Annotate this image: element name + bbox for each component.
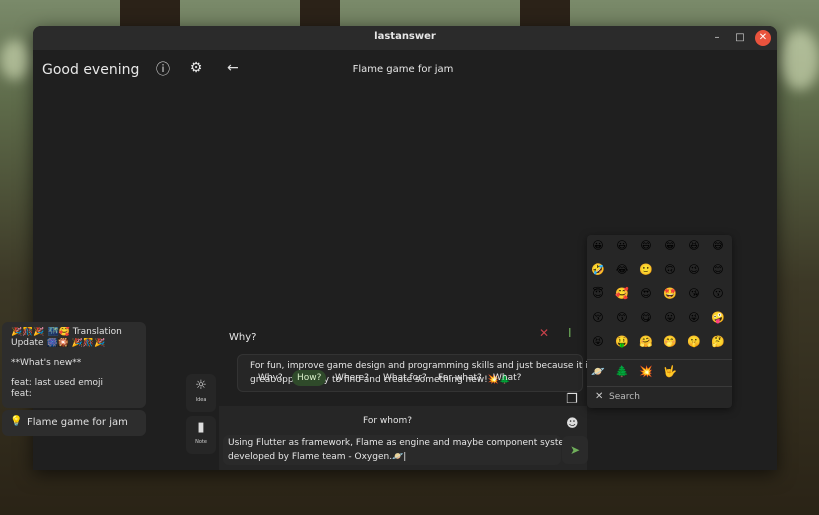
emoji-cell[interactable]: 🥰 — [613, 285, 631, 303]
note-line — [11, 349, 137, 358]
emoji-cell[interactable]: 🤭 — [661, 333, 679, 351]
note-line — [11, 369, 137, 378]
emoji-cell[interactable]: 😉 — [685, 261, 703, 279]
title-bar[interactable]: lastanswer – □ ✕ — [33, 26, 777, 50]
note-line: feat: — [11, 389, 32, 399]
emoji-cell[interactable]: 😊 — [709, 261, 727, 279]
emoji-cell[interactable]: 🤩 — [661, 285, 679, 303]
minimize-icon[interactable]: – — [709, 30, 725, 46]
note-button[interactable]: ▮ Note — [186, 416, 216, 454]
idea-button[interactable]: ☼ Idea — [186, 374, 216, 412]
emoji-cell[interactable]: 🙂 — [637, 261, 655, 279]
note-list-item[interactable]: 💡 Flame game for jam — [2, 410, 146, 436]
close-icon[interactable]: ✕ — [755, 30, 771, 46]
chip-what[interactable]: What? — [488, 370, 526, 386]
emoji-cell[interactable]: 😘 — [685, 285, 703, 303]
book-icon: ▮ — [197, 420, 205, 435]
lightbulb-icon: ☼ — [195, 378, 207, 393]
emoji-cell[interactable]: 😆 — [685, 237, 703, 255]
main-panel: ← Flame game for jam Why? ✕ I For fun, i… — [219, 50, 592, 470]
send-button[interactable]: ➤ — [562, 436, 588, 464]
emoji-cell[interactable]: 😃 — [613, 237, 631, 255]
note-line: feat: last used emoji — [11, 378, 104, 388]
chip-how[interactable]: How? — [292, 370, 327, 386]
emoji-cell[interactable]: 🙃 — [661, 261, 679, 279]
copy-icon[interactable]: ❐ — [566, 392, 578, 407]
note-line: Update 🎆🎇 🎉🎊🎉 — [11, 338, 106, 348]
recent-emoji[interactable]: 🌲 — [613, 363, 631, 381]
chip-for-whom[interactable]: For whom? — [363, 416, 412, 426]
divider — [587, 359, 732, 360]
emoji-cell[interactable]: 😝 — [589, 333, 607, 351]
emoji-cell[interactable]: 😍 — [637, 285, 655, 303]
emoji-cell[interactable]: 😁 — [661, 237, 679, 255]
emoji-search-input[interactable]: Search — [609, 392, 640, 402]
emoji-cell[interactable]: 🤪 — [709, 309, 727, 327]
greeting-title: Good evening — [42, 62, 140, 78]
send-icon: ➤ — [569, 443, 581, 457]
emoji-cell[interactable]: 😗 — [709, 285, 727, 303]
maximize-icon[interactable]: □ — [732, 30, 748, 46]
recent-emoji[interactable]: 🤟 — [661, 363, 679, 381]
emoji-cell[interactable]: 🤫 — [685, 333, 703, 351]
recent-emoji[interactable]: 💥 — [637, 363, 655, 381]
recent-emoji[interactable]: 🪐 — [589, 363, 607, 381]
emoji-cell[interactable]: 😙 — [613, 309, 631, 327]
answer-input[interactable]: Using Flutter as framework, Flame as eng… — [223, 435, 573, 465]
emoji-cell[interactable]: 😄 — [637, 237, 655, 255]
chip-what-for[interactable]: What for? — [378, 370, 432, 386]
input-line-1: Using Flutter as framework, Flame as eng… — [228, 438, 573, 448]
note-line: 🎉🎊🎉 🌃🥰 Translation — [11, 327, 122, 337]
page-title: Flame game for jam — [352, 64, 454, 75]
chip-for-what[interactable]: For what? — [433, 370, 487, 386]
emoji-cell[interactable]: 🤗 — [637, 333, 655, 351]
input-line-2: developed by Flame team - Oxygen.🪐| — [228, 452, 407, 462]
emoji-cell[interactable]: 😀 — [589, 237, 607, 255]
note-card[interactable]: 🎉🎊🎉 🌃🥰 Translation Update 🎆🎇 🎉🎊🎉 **What'… — [2, 322, 146, 408]
text-cursor-icon[interactable]: I — [568, 326, 572, 340]
lightbulb-icon: 💡 — [10, 416, 23, 427]
emoji-cell[interactable]: 🤣 — [589, 261, 607, 279]
emoji-cell[interactable]: 😅 — [709, 237, 727, 255]
idea-label: Idea — [195, 397, 207, 403]
emoji-toggle-icon[interactable]: ☻ — [566, 416, 579, 430]
question-label: Why? — [229, 332, 257, 343]
note-label: Note — [195, 439, 207, 445]
chip-why[interactable]: Why? — [253, 370, 288, 386]
emoji-picker: 😀 😃 😄 😁 😆 😅 🤣 😂 🙂 🙃 😉 😊 😇 🥰 😍 🤩 😘 😗 😚 😙 😋 😛 😜 🤪 😝 🤑 🤗 🤭 🤫 🤔 🪐 🌲 💥 🤟 ✕ Se… — [587, 235, 732, 408]
window-title: lastanswer — [374, 31, 436, 42]
gear-icon[interactable]: ⚙ — [186, 58, 206, 78]
emoji-cell[interactable]: 😋 — [637, 309, 655, 327]
emoji-cell[interactable]: 😜 — [685, 309, 703, 327]
clear-search-icon[interactable]: ✕ — [595, 391, 603, 402]
emoji-search-row[interactable]: ✕ Search — [587, 386, 732, 408]
cancel-x-icon[interactable]: ✕ — [539, 326, 549, 340]
note-line: **What's new** — [11, 358, 82, 368]
emoji-cell[interactable]: 😚 — [589, 309, 607, 327]
emoji-cell[interactable]: 🤑 — [613, 333, 631, 351]
note-list-item-label: Flame game for jam — [27, 417, 128, 428]
info-icon[interactable]: ⓘ — [153, 60, 173, 80]
emoji-cell[interactable]: 😇 — [589, 285, 607, 303]
chip-where[interactable]: Where? — [330, 370, 374, 386]
emoji-cell[interactable]: 😛 — [661, 309, 679, 327]
emoji-cell[interactable]: 🤔 — [709, 333, 727, 351]
emoji-cell[interactable]: 😂 — [613, 261, 631, 279]
